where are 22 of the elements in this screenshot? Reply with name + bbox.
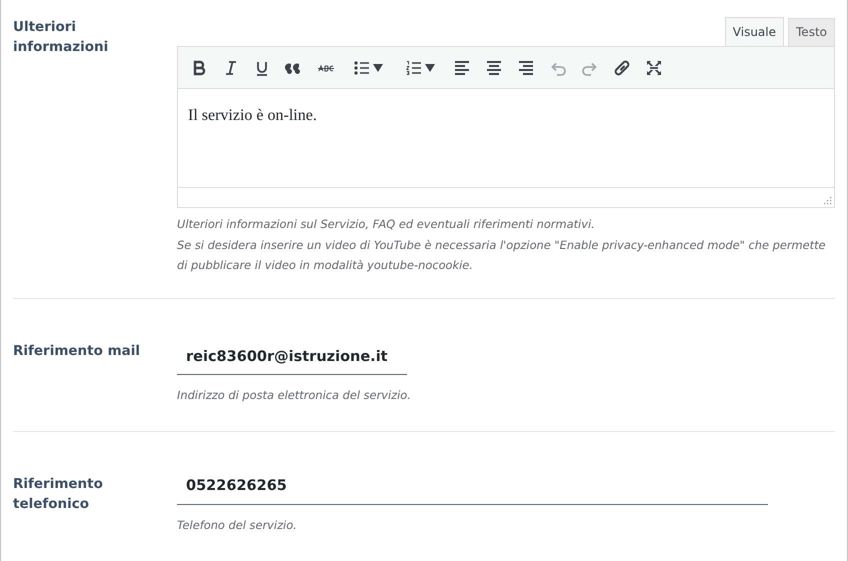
caret-icon xyxy=(373,64,383,72)
help-text: Indirizzo di posta elettronica del servizio. xyxy=(177,387,412,404)
numbered-list-icon xyxy=(405,58,423,76)
help-text: Se si desidera inserire un video di YouTube è necessaria l'opzione "Enable privacy-enhanced mode" che permette di pubblicare il video in modalità youtube-nocookie. xyxy=(177,236,827,274)
fullscreen-icon xyxy=(645,58,663,76)
align-left-icon xyxy=(453,58,471,76)
caret-icon xyxy=(425,64,435,72)
text-field[interactable]: reic83600r@istruzione.it xyxy=(177,340,407,376)
help-text: Telefono del servizio. xyxy=(177,516,298,534)
align-right-icon xyxy=(517,58,535,76)
align-center-icon xyxy=(485,58,503,76)
editor-tab[interactable]: Testo xyxy=(788,18,835,46)
bulleted-list-icon xyxy=(353,58,371,76)
resize-grip-icon xyxy=(822,195,832,205)
link-icon xyxy=(613,58,631,76)
field-label: Ulteriori informazioni xyxy=(13,18,109,57)
editor-tab[interactable]: Visuale xyxy=(724,17,784,46)
help-text: Ulteriori informazioni sul Servizio, FAQ ed eventuali riferimenti normativi. xyxy=(177,216,596,233)
editor-text: Il servizio è on-line. xyxy=(188,107,317,124)
text-field[interactable]: 0522626265 xyxy=(177,470,768,504)
field-label: Riferimento telefonico xyxy=(13,474,104,514)
field-label: Riferimento mail xyxy=(13,342,142,360)
